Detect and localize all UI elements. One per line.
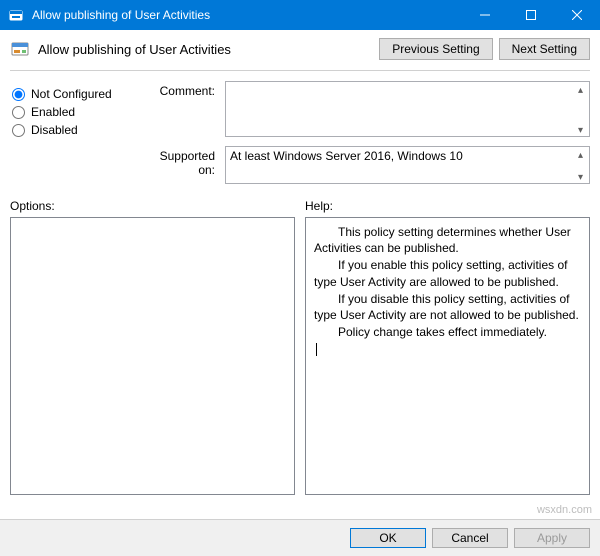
help-text-line: If you disable this policy setting, acti… [314,291,581,323]
minimize-button[interactable] [462,0,508,30]
policy-icon [10,39,30,59]
comment-input[interactable] [225,81,590,137]
watermark: wsxdn.com [537,504,592,516]
help-cursor-line [314,341,581,357]
help-panel[interactable]: This policy setting determines whether U… [305,217,590,495]
supported-on-label: Supported on: [140,146,225,177]
panels-area: Options: Help: This policy setting deter… [0,189,600,499]
help-column: Help: This policy setting determines whe… [305,199,590,495]
help-label: Help: [305,199,590,213]
options-label: Options: [10,199,295,213]
previous-setting-button[interactable]: Previous Setting [379,38,492,60]
comment-label: Comment: [140,81,225,98]
radio-not-configured-label: Not Configured [31,87,112,101]
divider [10,70,590,71]
chevron-down-icon[interactable]: ▾ [573,123,588,138]
comment-column: Comment: ▴ ▾ Supported on: ▴ ▾ [140,81,590,187]
config-area: Not Configured Enabled Disabled Comment:… [0,75,600,189]
app-icon [8,7,24,23]
cancel-button[interactable]: Cancel [432,528,508,548]
radio-disabled-label: Disabled [31,123,78,137]
radio-disabled[interactable]: Disabled [10,123,140,137]
ok-button[interactable]: OK [350,528,426,548]
text-cursor [316,343,317,356]
footer: OK Cancel Apply [0,519,600,556]
chevron-up-icon[interactable]: ▴ [573,148,588,163]
options-column: Options: [10,199,295,495]
help-text-line: If you enable this policy setting, activ… [314,257,581,289]
apply-button[interactable]: Apply [514,528,590,548]
radio-enabled-input[interactable] [12,106,25,119]
help-text-line: This policy setting determines whether U… [314,224,581,256]
state-radio-group: Not Configured Enabled Disabled [10,81,140,187]
supported-on-value [225,146,590,184]
chevron-up-icon[interactable]: ▴ [573,83,588,98]
subheader: Allow publishing of User Activities Prev… [0,30,600,66]
window-title: Allow publishing of User Activities [32,8,462,22]
radio-disabled-input[interactable] [12,124,25,137]
radio-enabled-label: Enabled [31,105,75,119]
radio-enabled[interactable]: Enabled [10,105,140,119]
title-bar: Allow publishing of User Activities [0,0,600,30]
radio-not-configured-input[interactable] [12,88,25,101]
help-text-line: Policy change takes effect immediately. [314,324,581,340]
chevron-down-icon[interactable]: ▾ [573,170,588,185]
next-setting-button[interactable]: Next Setting [499,38,590,60]
radio-not-configured[interactable]: Not Configured [10,87,140,101]
page-title: Allow publishing of User Activities [38,42,373,57]
close-button[interactable] [554,0,600,30]
maximize-button[interactable] [508,0,554,30]
options-panel[interactable] [10,217,295,495]
